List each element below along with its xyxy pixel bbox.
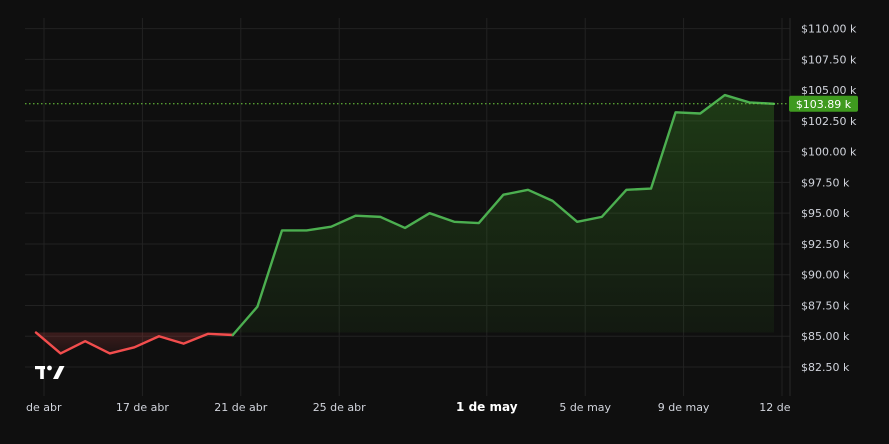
data-point (650, 187, 652, 189)
data-point (256, 306, 258, 308)
data-point (674, 111, 676, 113)
data-point (232, 334, 234, 336)
last-price-tag-label: $103.89 k (796, 98, 852, 111)
data-point (59, 352, 61, 354)
data-point (379, 216, 381, 218)
data-point (133, 346, 135, 348)
price-chart[interactable]: $82.50 k $85.00 k $87.50 k $90.00 k $92.50 k… (0, 0, 889, 440)
data-point (601, 216, 603, 218)
y-tick-label: $97.50 k (801, 176, 850, 189)
tradingview-logo (35, 365, 65, 379)
data-point (502, 194, 504, 196)
y-tick-label: $92.50 k (801, 238, 850, 251)
y-tick-label: $100.00 k (801, 146, 857, 159)
data-point (109, 352, 111, 354)
data-point (355, 214, 357, 216)
y-tick-label: $107.50 k (801, 53, 857, 66)
data-point (330, 226, 332, 228)
x-tick-label: 21 de abr (214, 401, 267, 414)
x-tick-label: de abr (26, 401, 62, 414)
x-tick-label: 17 de abr (116, 401, 169, 414)
data-point (281, 229, 283, 231)
x-tick-label: 1 de may (456, 400, 518, 414)
x-tick-label: 9 de may (658, 401, 710, 414)
data-point (428, 212, 430, 214)
data-point (748, 101, 750, 103)
data-point (576, 221, 578, 223)
chart-canvas[interactable]: $82.50 k $85.00 k $87.50 k $90.00 k $92.50 k… (0, 0, 889, 440)
data-point (207, 333, 209, 335)
x-axis[interactable]: de abr 17 de abr 21 de abr 25 de abr 1 de ma… (26, 398, 889, 418)
data-point (527, 189, 529, 191)
x-tick-label: 25 de abr (313, 401, 366, 414)
data-point (305, 229, 307, 231)
y-tick-label: $105.00 k (801, 84, 857, 97)
data-point (182, 342, 184, 344)
area-fill (36, 95, 775, 354)
data-point (84, 340, 86, 342)
y-tick-label: $110.00 k (801, 23, 857, 36)
data-point (724, 94, 726, 96)
data-point (625, 189, 627, 191)
data-point (551, 200, 553, 202)
data-point (158, 335, 160, 337)
y-tick-label: $85.00 k (801, 330, 850, 343)
data-point (478, 222, 480, 224)
y-tick-label: $90.00 k (801, 269, 850, 282)
y-tick-label: $102.50 k (801, 115, 857, 128)
data-point (453, 221, 455, 223)
data-point (699, 112, 701, 114)
data-point (404, 227, 406, 229)
y-axis[interactable]: $82.50 k $85.00 k $87.50 k $90.00 k $92.50 k… (801, 23, 857, 374)
y-tick-label: $87.50 k (801, 299, 850, 312)
area-fill-up (232, 95, 775, 336)
x-axis-mask (790, 398, 889, 418)
x-tick-label: 5 de may (559, 401, 611, 414)
data-point (35, 331, 37, 333)
y-tick-label: $82.50 k (801, 361, 850, 374)
y-tick-label: $95.00 k (801, 207, 850, 220)
last-price-tag: $103.89 k (789, 95, 858, 112)
